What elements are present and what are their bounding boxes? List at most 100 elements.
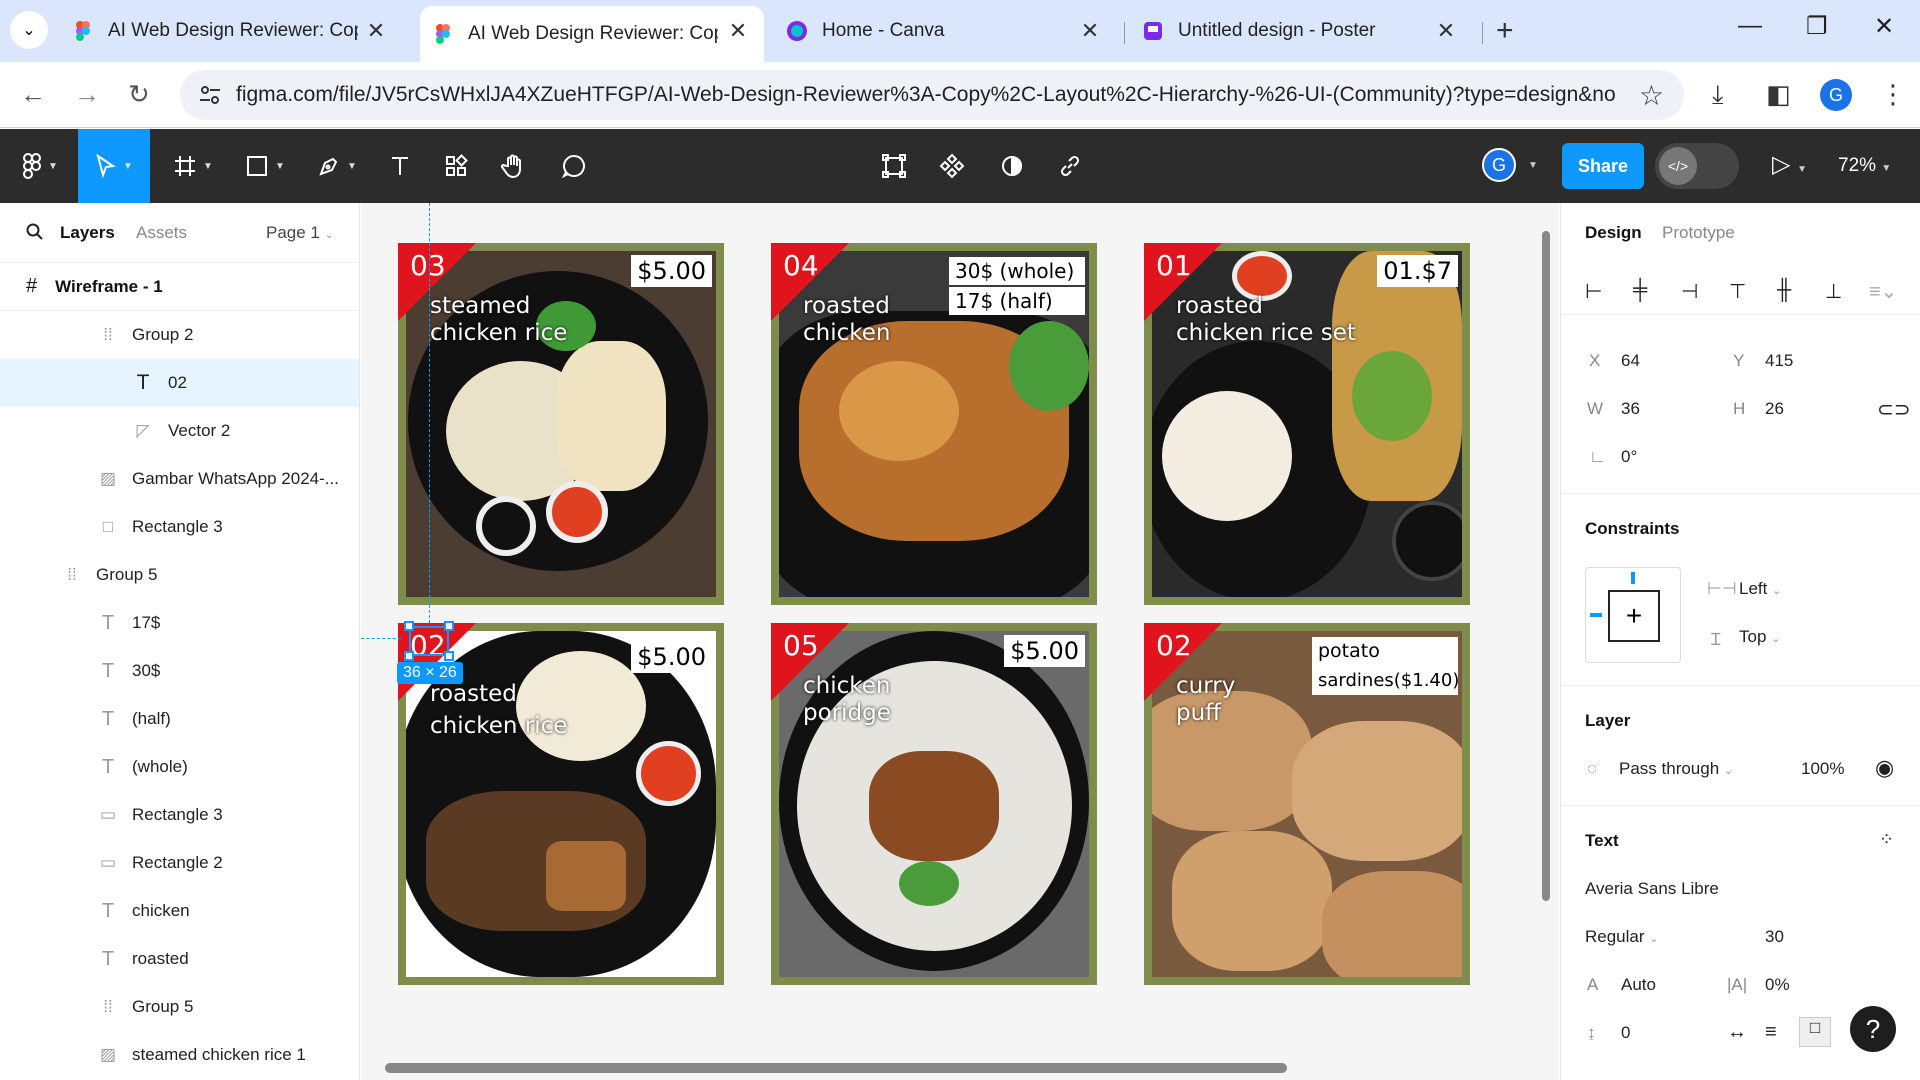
restore-icon[interactable]: ❐ <box>1806 12 1828 41</box>
price-tag[interactable]: $5.00 <box>631 641 712 673</box>
reload-icon[interactable]: ↻ <box>128 79 150 110</box>
dish-name-line2[interactable]: puff <box>1176 700 1221 727</box>
align-bottom-icon[interactable]: ⊥ <box>1825 279 1842 304</box>
item-number[interactable]: 05 <box>783 629 819 662</box>
zoom-dropdown[interactable]: 72% ▼ <box>1838 155 1891 177</box>
paragraph-spacing-input[interactable]: 0 <box>1621 1023 1630 1043</box>
new-tab-plus-icon[interactable]: + <box>1496 14 1514 48</box>
close-tab-icon[interactable]: ✕ <box>726 18 750 44</box>
tab-prototype[interactable]: Prototype <box>1662 223 1735 243</box>
frame-tool-button[interactable]: ▼ <box>166 129 220 203</box>
font-family-dropdown[interactable]: Averia Sans Libre <box>1585 879 1719 899</box>
menu-card[interactable]: 01 roasted chicken rice set 01.$7 <box>1144 243 1470 605</box>
item-number[interactable]: 03 <box>410 249 446 282</box>
close-tab-icon[interactable]: ✕ <box>1434 18 1458 44</box>
resize-handle[interactable] <box>404 621 414 631</box>
layer-row-half[interactable]: T (half) <box>0 695 359 743</box>
window-close-icon[interactable]: ✕ <box>1874 12 1894 41</box>
link-button[interactable] <box>1050 129 1090 203</box>
dish-name-line1[interactable]: roasted <box>803 293 890 320</box>
dish-name-line1[interactable]: roasted <box>430 681 517 708</box>
chevron-down-icon[interactable]: ▼ <box>1528 160 1538 171</box>
dish-name-line2[interactable]: chicken rice <box>430 320 567 347</box>
bookmark-star-icon[interactable]: ☆ <box>1639 79 1664 112</box>
letter-spacing-input[interactable]: 0% <box>1765 975 1790 995</box>
resize-handle[interactable] <box>444 621 454 631</box>
font-size-input[interactable]: 30 <box>1765 927 1784 947</box>
layer-row-chicken[interactable]: Tchicken <box>0 887 359 935</box>
font-style-dropdown[interactable]: Regular ⌄ <box>1585 927 1659 947</box>
opacity-input[interactable]: 100% <box>1801 759 1844 779</box>
text-align-icon[interactable]: ≡ <box>1765 1021 1777 1044</box>
rotation-input[interactable]: 0° <box>1621 447 1637 467</box>
vertical-scrollbar[interactable] <box>1542 231 1550 901</box>
tab-search-button[interactable]: ⌄ <box>10 11 48 49</box>
layer-row-vector-2[interactable]: ◸ Vector 2 <box>0 407 359 455</box>
main-menu-button[interactable]: ▼ <box>14 129 66 203</box>
minimize-icon[interactable]: — <box>1738 12 1762 40</box>
dish-name-line1[interactable]: curry <box>1176 673 1235 700</box>
horizontal-scrollbar[interactable] <box>385 1063 1287 1073</box>
constraint-left-line[interactable] <box>1590 613 1602 617</box>
site-settings-icon[interactable] <box>198 83 222 107</box>
layer-row-17[interactable]: T 17$ <box>0 599 359 647</box>
constraints-widget[interactable]: + <box>1585 567 1681 663</box>
constrain-proportions-icon[interactable]: ⊂⊃ <box>1877 397 1911 422</box>
item-number[interactable]: 01 <box>1156 249 1192 282</box>
search-icon[interactable] <box>26 223 44 241</box>
mask-button[interactable] <box>992 129 1032 203</box>
line-height-input[interactable]: Auto <box>1621 975 1656 995</box>
design-canvas[interactable]: 03 steamed chicken rice $5.00 04 roasted… <box>361 203 1559 1080</box>
menu-card[interactable]: 03 steamed chicken rice $5.00 <box>398 243 724 605</box>
align-left-icon[interactable]: ⊢ <box>1585 279 1602 304</box>
browser-tab-4[interactable]: Untitled design - Poster ✕ <box>1142 6 1472 56</box>
profile-avatar[interactable]: G <box>1820 79 1852 111</box>
more-vert-icon[interactable]: ⋮ <box>1880 79 1906 110</box>
layer-row-group-5[interactable]: ⁞⁞ Group 5 <box>0 551 359 599</box>
dish-name-line2[interactable]: poridge <box>803 700 891 727</box>
tab-assets[interactable]: Assets <box>136 223 187 243</box>
price-whole[interactable]: 30$ (whole) <box>949 257 1085 285</box>
pen-tool-button[interactable]: ▼ <box>310 129 364 203</box>
layer-row-whole[interactable]: T (whole) <box>0 743 359 791</box>
price-tag[interactable]: 01.$7 <box>1377 255 1458 287</box>
tab-design[interactable]: Design <box>1585 223 1642 243</box>
price-tag[interactable]: $5.00 <box>631 255 712 287</box>
x-input[interactable]: 64 <box>1621 351 1640 371</box>
dish-name-line2[interactable]: chicken <box>803 320 891 347</box>
align-center-h-icon[interactable]: ╪ <box>1633 279 1647 302</box>
hand-tool-button[interactable] <box>494 129 534 203</box>
layer-row-rectangle-3[interactable]: □ Rectangle 3 <box>0 503 359 551</box>
align-right-icon[interactable]: ⊣ <box>1681 279 1698 304</box>
dish-name-line1[interactable]: steamed <box>430 293 530 320</box>
price-sardines[interactable]: sardines($1.40) <box>1312 667 1459 695</box>
price-tag[interactable]: $5.00 <box>1004 635 1085 667</box>
menu-card[interactable]: 05 chicken poridge $5.00 <box>771 623 1097 985</box>
horizontal-constraint-dropdown[interactable]: Left ⌄ <box>1739 579 1781 599</box>
layer-row-rectangle-2[interactable]: ▭ Rectangle 2 <box>0 839 359 887</box>
item-number[interactable]: 04 <box>783 249 819 282</box>
y-input[interactable]: 415 <box>1765 351 1793 371</box>
browser-tab-2[interactable]: AI Web Design Reviewer: Copy, ✕ <box>420 6 764 62</box>
height-input[interactable]: 26 <box>1765 399 1784 419</box>
dish-name-line2[interactable]: chicken rice set <box>1176 320 1356 347</box>
browser-tab-1[interactable]: AI Web Design Reviewer: Copy, ✕ <box>72 6 402 56</box>
close-tab-icon[interactable]: ✕ <box>364 18 388 44</box>
layer-row-02-selected[interactable]: T 02 <box>0 359 359 407</box>
help-button[interactable]: ? <box>1850 1006 1896 1052</box>
collaborator-avatar[interactable]: G <box>1482 148 1516 182</box>
dev-mode-toggle[interactable]: </> <box>1655 143 1739 189</box>
menu-card[interactable]: 04 roasted chicken 30$ (whole) 17$ (half… <box>771 243 1097 605</box>
text-tool-button[interactable] <box>380 129 420 203</box>
shape-tool-button[interactable]: ▼ <box>238 129 292 203</box>
tab-layers[interactable]: Layers <box>60 223 115 243</box>
dish-name-line2[interactable]: chicken rice <box>430 713 567 740</box>
resize-handle[interactable] <box>404 651 414 661</box>
layer-row-steamed-chicken-rice[interactable]: ▨ steamed chicken rice 1 <box>0 1031 359 1079</box>
url-omnibox[interactable]: figma.com/file/JV5rCsWHxlJA4XZueHTFGP/AI… <box>180 70 1684 120</box>
layer-row-roasted[interactable]: Troasted <box>0 935 359 983</box>
dish-name-line1[interactable]: roasted <box>1176 293 1263 320</box>
download-icon[interactable]: ⤓ <box>1712 79 1724 111</box>
share-button[interactable]: Share <box>1562 143 1644 189</box>
blend-mode-dropdown[interactable]: Pass through ⌄ <box>1619 759 1733 779</box>
